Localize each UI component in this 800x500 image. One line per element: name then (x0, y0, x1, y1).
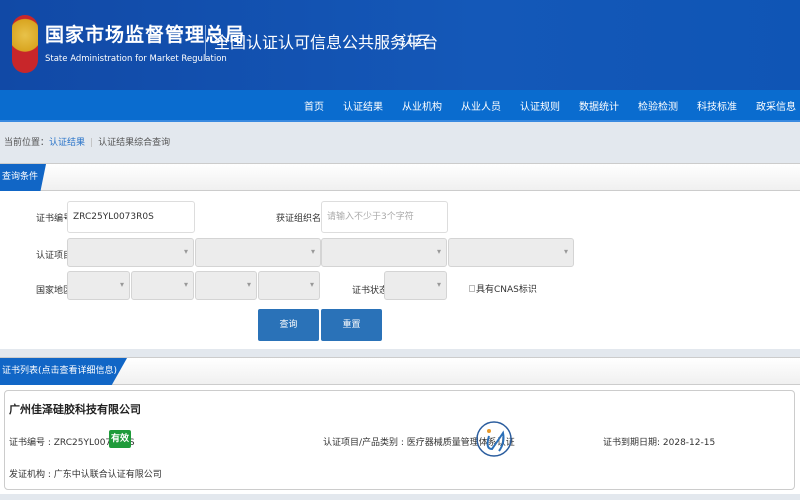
query-tab: 查询条件 (0, 164, 47, 191)
site-header: 国家市场监督管理总局 State Administration for Mark… (0, 0, 800, 90)
nav-inspection[interactable]: 检验检测 (638, 98, 678, 113)
region-select-2[interactable] (131, 271, 194, 300)
org-name-input[interactable]: 请输入不少于3个字符 (321, 201, 448, 233)
reset-button[interactable]: 重置 (321, 309, 382, 341)
certification-logo-icon (476, 421, 512, 457)
expiry-date: 证书到期日期: 2028-12-15 (603, 438, 716, 448)
nav-home[interactable]: 首页 (304, 98, 324, 113)
checkbox-box[interactable] (469, 285, 475, 292)
nav-personnel[interactable]: 从业人员 (461, 98, 501, 113)
project-select-4[interactable] (448, 238, 574, 267)
search-button[interactable]: 查询 (258, 309, 319, 341)
renyun-logo: 认云 (398, 32, 429, 50)
nav-institutions[interactable]: 从业机构 (402, 98, 442, 113)
project-select-3[interactable] (321, 238, 447, 267)
breadcrumb: 当前位置：认证结果 | 认证结果综合查询 (4, 135, 170, 148)
project-select-1[interactable] (67, 238, 194, 267)
region-select-3[interactable] (195, 271, 257, 300)
nav-standards[interactable]: 科技标准 (697, 98, 737, 113)
status-badge: 有效 (109, 430, 131, 448)
header-divider (205, 25, 206, 60)
nav-cert-results[interactable]: 认证结果 (343, 98, 383, 113)
cert-no-input[interactable]: ZRC25YL0073R0S (67, 201, 195, 233)
result-card[interactable]: 广州佳泽硅胶科技有限公司 证书编号 : ZRC25YL0073R0S 有效 认证… (4, 390, 795, 490)
region-select-4[interactable] (258, 271, 320, 300)
status-select[interactable] (384, 271, 447, 300)
breadcrumb-prefix: 当前位置： (4, 138, 50, 148)
nav-rules[interactable]: 认证规则 (520, 98, 560, 113)
cnas-checkbox[interactable]: 具有CNAS标识 (469, 282, 537, 295)
project-select-2[interactable] (195, 238, 321, 267)
issuer: 发证机构 : 广东中认联合认证有限公司 (9, 470, 162, 480)
breadcrumb-separator: | (90, 138, 94, 148)
results-tab: 证书列表(点击查看详细信息) (0, 358, 128, 385)
nav-statistics[interactable]: 数据统计 (579, 98, 619, 113)
main-nav: 首页 认证结果 从业机构 从业人员 认证规则 数据统计 检验检测 科技标准 政采… (0, 90, 800, 122)
org-name-en: State Administration for Market Regulati… (45, 54, 227, 64)
national-emblem-icon (12, 15, 38, 73)
cnas-label: 具有CNAS标识 (476, 285, 537, 295)
company-name[interactable]: 广州佳泽硅胶科技有限公司 (9, 401, 141, 417)
region-select-1[interactable] (67, 271, 130, 300)
breadcrumb-link[interactable]: 认证结果 (49, 138, 85, 148)
nav-procurement[interactable]: 政采信息 (756, 98, 796, 113)
breadcrumb-current: 认证结果综合查询 (98, 138, 171, 148)
